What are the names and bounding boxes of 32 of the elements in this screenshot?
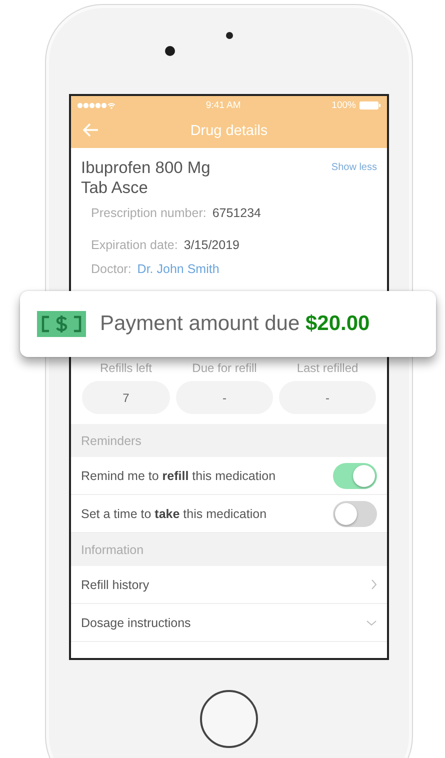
drug-name: Ibuprofen 800 Mg Tab Asce [81,158,212,198]
payment-text: Payment amount due $20.00 [100,312,370,336]
chevron-down-icon [366,620,377,626]
list-item[interactable]: Dosage instructions [71,604,387,642]
chevron-right-icon [371,579,377,590]
battery-percent: 100% [332,100,356,110]
stat-label: Last refilled [296,361,358,375]
stat-label: Due for refill [192,361,257,375]
back-arrow-icon[interactable] [83,123,99,137]
detail-value: 3/15/2019 [184,238,240,252]
list-item[interactable]: Refill history [71,566,387,604]
section-header: Information [71,533,387,566]
camera-dot [165,46,175,56]
detail-value: 6751234 [212,206,261,220]
stat-label: Refills left [100,361,152,375]
battery-icon [358,100,381,110]
toggle-switch[interactable] [333,500,377,526]
detail-label: Prescription number: [91,206,206,220]
section-header: Reminders [71,424,387,457]
stat-value: - [279,381,376,414]
detail-label: Expiration date: [91,238,178,252]
reminder-label: Remind me to refill this medication [81,468,276,482]
cash-icon [37,311,86,337]
speaker-dot [226,32,232,39]
signal-icon [77,102,115,108]
stat-value: 7 [82,381,170,414]
reminder-label: Set a time to take this medication [81,506,267,520]
screen-title: Drug details [190,123,268,139]
toggle-switch[interactable] [333,462,377,488]
detail-label: Doctor: [91,262,132,276]
stat-value: - [176,381,273,414]
status-time: 9:41 AM [206,100,241,110]
